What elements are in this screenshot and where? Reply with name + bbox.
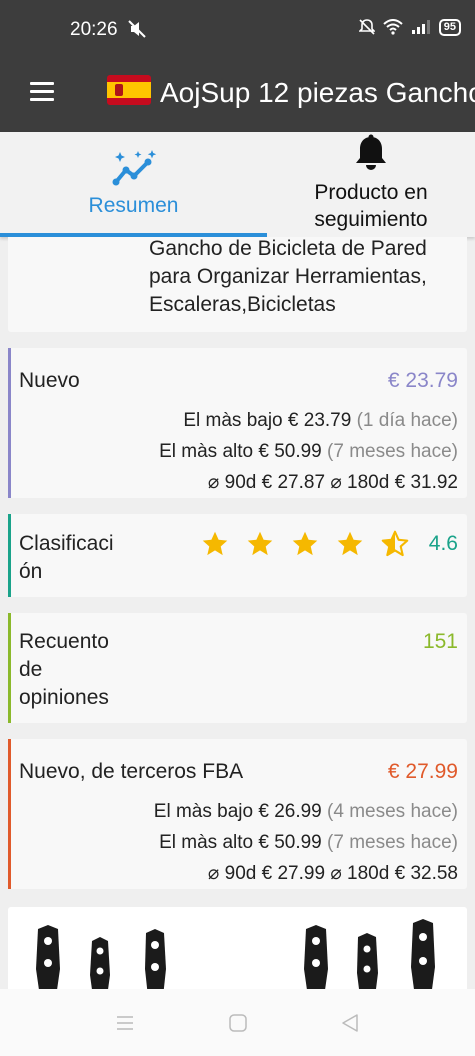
price-card-nuevo[interactable]: Nuevo € 23.79 El màs bajo € 23.79 (1 día…: [8, 348, 467, 498]
price-label: Nuevo: [19, 369, 80, 392]
tab-bar: Resumen Producto en seguimiento: [0, 132, 475, 237]
product-title-card: Gancho de Bicicleta de Pared para Organi…: [8, 237, 467, 332]
status-time: 20:26: [70, 19, 118, 40]
hamburger-icon[interactable]: [30, 82, 54, 102]
home-icon[interactable]: [228, 1013, 248, 1033]
card-accent-bar: [8, 348, 11, 498]
chart-sparkle-icon: [112, 150, 156, 186]
card-accent-bar: [8, 514, 11, 597]
rating-label: Clasificaci ón: [19, 532, 114, 583]
product-image-card[interactable]: [8, 907, 467, 989]
battery-icon: 95: [438, 18, 461, 36]
tab-resumen-label: Resumen: [88, 194, 179, 217]
review-count-card[interactable]: Recuento de opiniones 151: [8, 613, 467, 723]
summary-content[interactable]: Gancho de Bicicleta de Pared para Organi…: [0, 237, 475, 989]
tab-resumen[interactable]: Resumen: [0, 132, 267, 237]
rating-card[interactable]: Clasificaci ón 4.6: [8, 514, 467, 597]
current-price: € 27.99: [387, 760, 458, 783]
review-count-label: Recuento de opiniones: [19, 630, 109, 709]
star-icon: [202, 531, 228, 556]
price-label: Nuevo, de terceros FBA: [19, 760, 244, 783]
average-price-row: ⌀ 90d € 27.99 ⌀ 180d € 32.58: [207, 863, 458, 884]
product-image: [36, 919, 435, 989]
highest-price-row: El màs alto € 50.99 (7 meses hace): [159, 441, 458, 462]
tab-producto-seguimiento[interactable]: Producto en seguimiento: [267, 132, 475, 237]
rating-value: 4.6: [428, 532, 458, 555]
wifi-icon: [383, 19, 403, 35]
lowest-price-row: El màs bajo € 26.99 (4 meses hace): [153, 801, 458, 822]
average-price-row: ⌀ 90d € 27.87 ⌀ 180d € 31.92: [207, 472, 458, 493]
star-icon: [247, 531, 273, 556]
mute-icon: [128, 20, 146, 38]
status-icons: 95: [358, 18, 461, 36]
star-icon: [292, 531, 318, 556]
bell-icon: [356, 134, 386, 170]
lowest-price-row: El màs bajo € 23.79 (1 día hace): [183, 410, 458, 431]
price-card-fba[interactable]: Nuevo, de terceros FBA € 27.99 El màs ba…: [8, 739, 467, 889]
tab-producto-seguimiento-label: Producto en seguimiento: [314, 181, 428, 231]
spain-flag-icon: [107, 75, 151, 105]
status-bar: 20:26 95: [0, 0, 475, 60]
review-count-value: 151: [422, 630, 458, 653]
current-price: € 23.79: [387, 369, 458, 392]
recent-apps-icon[interactable]: [115, 1013, 135, 1033]
system-nav-bar: [0, 989, 475, 1056]
rating-stars: [201, 530, 409, 558]
signal-icon: [411, 20, 430, 34]
back-icon[interactable]: [340, 1013, 360, 1033]
product-title: Gancho de Bicicleta de Pared para Organi…: [149, 237, 427, 316]
star-icon: [337, 531, 363, 556]
highest-price-row: El màs alto € 50.99 (7 meses hace): [159, 832, 458, 853]
star-half-icon: [381, 530, 409, 557]
card-accent-bar: [8, 613, 11, 723]
notifications-off-icon: [358, 19, 375, 35]
app-bar: AojSup 12 piezas Gancho de Bicicleta de …: [0, 60, 475, 132]
app-title: AojSup 12 piezas Gancho de Bicicleta de …: [160, 77, 475, 108]
card-accent-bar: [8, 739, 11, 889]
